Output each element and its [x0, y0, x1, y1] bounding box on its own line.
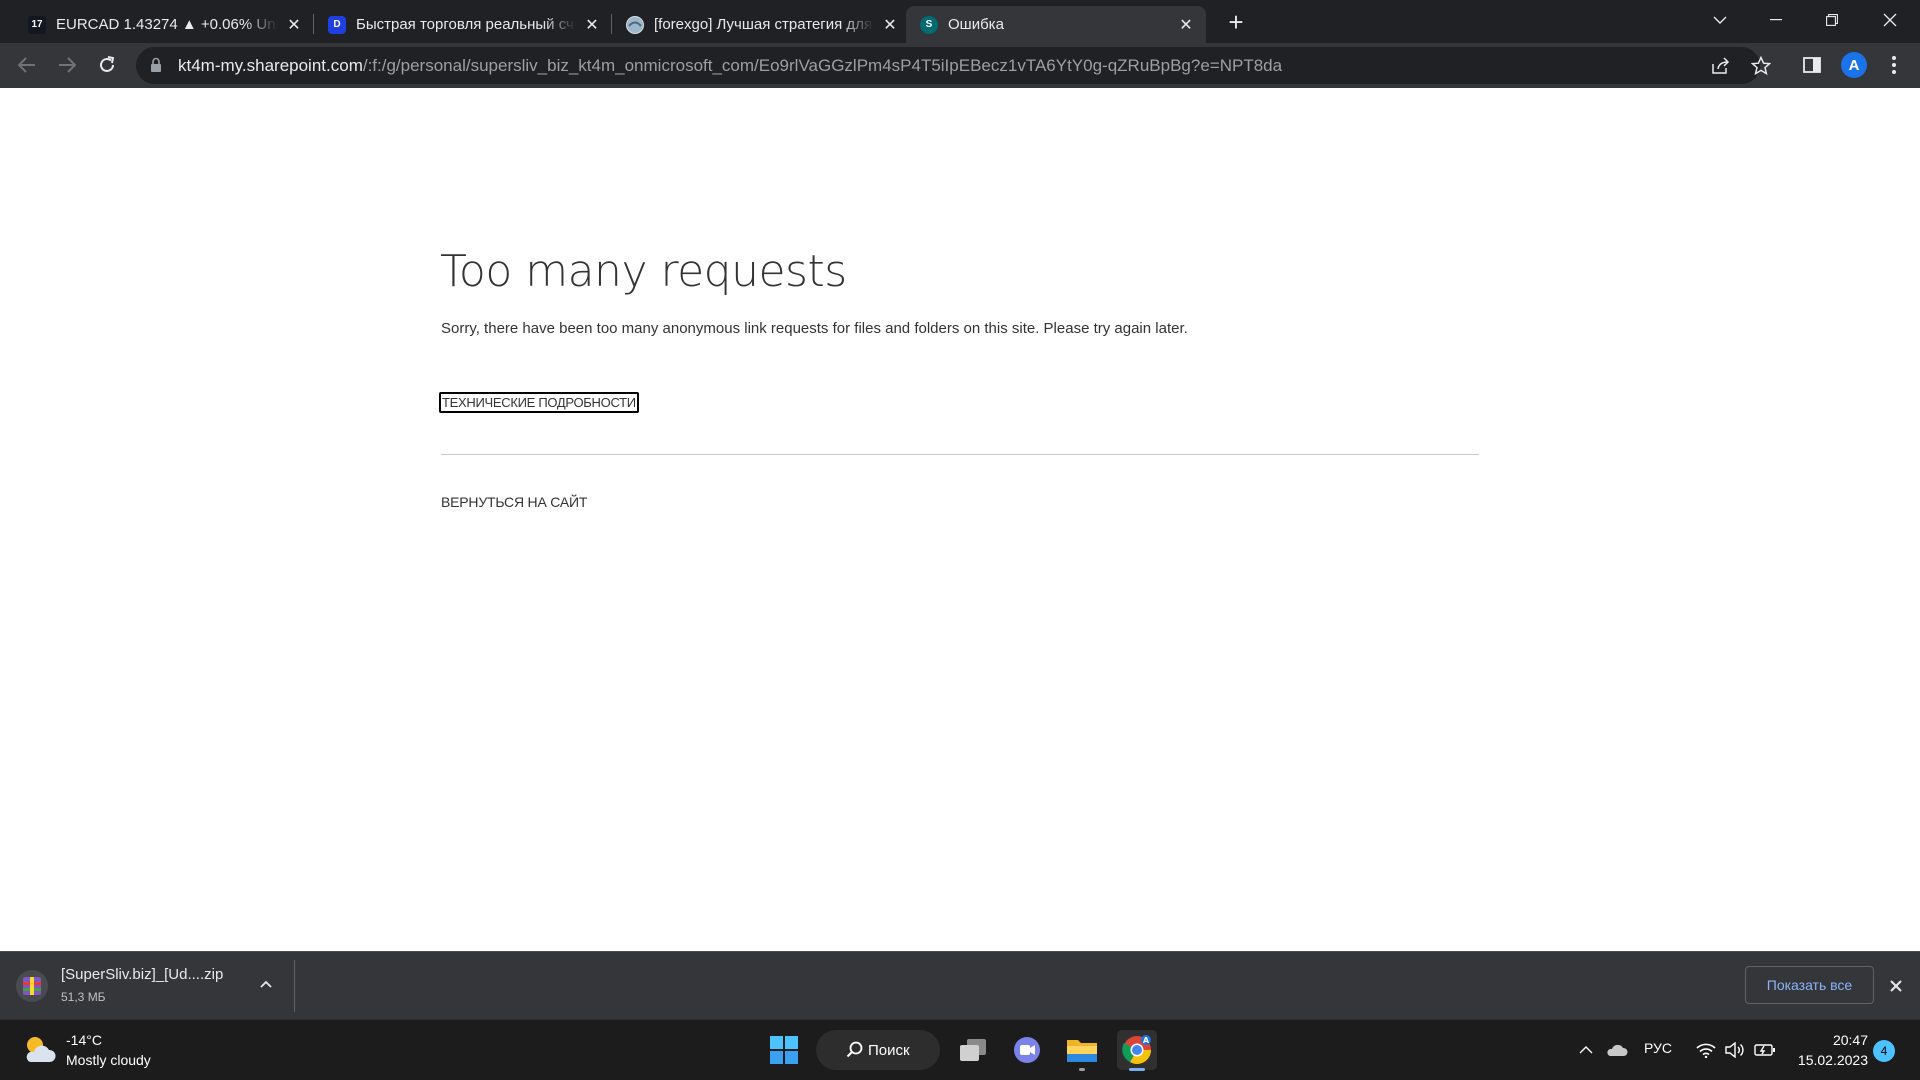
minimize-icon: [1770, 19, 1782, 21]
battery-button[interactable]: [1753, 1038, 1777, 1062]
chevron-down-icon: [1713, 16, 1727, 24]
chevron-up-icon: [260, 980, 272, 988]
share-button[interactable]: [1710, 55, 1732, 77]
bookmark-button[interactable]: [1750, 55, 1772, 77]
chat-icon: [1014, 1037, 1040, 1063]
arrow-left-icon: [18, 57, 35, 73]
chrome-taskbar-button[interactable]: A: [1117, 1030, 1157, 1071]
tab-title: EURCAD 1.43274 ▲ +0.06% Unnamed: [56, 16, 278, 33]
clock-time: 20:47: [1832, 1032, 1868, 1048]
page-title: Too many requests: [440, 246, 847, 297]
more-vert-icon: [1892, 56, 1896, 74]
notification-badge[interactable]: 4: [1873, 1040, 1895, 1062]
back-button[interactable]: [12, 50, 42, 80]
weather-cloudy-icon[interactable]: [22, 1034, 58, 1066]
show-all-downloads-button[interactable]: Показать все: [1745, 966, 1874, 1004]
network-button[interactable]: [1694, 1038, 1718, 1062]
tab-eurcad[interactable]: 17 EURCAD 1.43274 ▲ +0.06% Unnamed ✕: [14, 6, 314, 43]
chrome-icon: A: [1122, 1035, 1151, 1064]
tab-title: Быстрая торговля реальный счёт: [356, 16, 576, 33]
side-panel-icon: [1803, 57, 1821, 73]
task-view-icon: [960, 1039, 986, 1061]
broker-icon: D: [328, 15, 346, 34]
reload-icon: [100, 56, 115, 72]
tab-trading[interactable]: D Быстрая торговля реальный счёт ✕: [314, 6, 612, 43]
tab-title: Ошибка: [948, 16, 1004, 33]
teams-chat-button[interactable]: [1007, 1030, 1047, 1070]
close-icon: [1890, 980, 1902, 992]
sharepoint-icon: S: [920, 15, 938, 34]
share-icon: [1712, 57, 1730, 74]
tab-forexgo[interactable]: [forexgo] Лучшая стратегия для ✕: [612, 6, 910, 43]
zip-file-icon[interactable]: [14, 968, 50, 1004]
minimize-button[interactable]: [1748, 0, 1804, 40]
weather-condition[interactable]: Mostly cloudy: [66, 1052, 151, 1068]
system-clock[interactable]: 20:47 15.02.2023: [1784, 1030, 1868, 1070]
close-icon[interactable]: ✕: [582, 15, 602, 35]
running-indicator: [1079, 1068, 1085, 1071]
start-button[interactable]: [764, 1030, 804, 1070]
svg-text:A: A: [1143, 1036, 1150, 1045]
browser-toolbar: kt4m-my.sharepoint.com/:f:/g/personal/su…: [0, 43, 1920, 88]
tab-title: [forexgo] Лучшая стратегия для: [654, 16, 873, 33]
download-file-name[interactable]: [SuperSliv.biz]_[Ud....zip: [61, 966, 223, 983]
windows-logo-icon: [770, 1036, 798, 1064]
show-hidden-icons-button[interactable]: [1574, 1038, 1598, 1062]
cloud-icon: [1607, 1044, 1628, 1056]
taskbar: -14°C Mostly cloudy Поиск A РУС 20:47 15…: [0, 1019, 1920, 1080]
battery-charging-icon: [1754, 1044, 1775, 1056]
close-window-button[interactable]: [1862, 0, 1918, 40]
forexgo-icon: [626, 15, 644, 34]
active-indicator: [1129, 1068, 1145, 1071]
url-path: /:f:/g/personal/supersliv_biz_kt4m_onmic…: [362, 56, 1283, 75]
search-icon: [846, 1041, 863, 1058]
technical-details-button[interactable]: ТЕХНИЧЕСКИЕ ПОДРОБНОСТИ: [439, 392, 639, 413]
restore-button[interactable]: [1804, 0, 1860, 40]
divider: [441, 454, 1479, 455]
forward-button[interactable]: [52, 50, 82, 80]
download-file-size: 51,3 МБ: [61, 990, 106, 1004]
close-icon[interactable]: ✕: [284, 15, 304, 35]
clock-date: 15.02.2023: [1797, 1052, 1868, 1068]
search-label: Поиск: [868, 1041, 910, 1059]
tab-strip: 17 EURCAD 1.43274 ▲ +0.06% Unnamed ✕ D Б…: [0, 0, 1920, 43]
input-language[interactable]: РУС: [1644, 1040, 1672, 1056]
url-host: kt4m-my.sharepoint.com: [178, 56, 363, 75]
close-icon[interactable]: ✕: [1176, 15, 1196, 35]
chevron-up-icon: [1579, 1046, 1593, 1054]
download-shelf: [SuperSliv.biz]_[Ud....zip 51,3 МБ Показ…: [0, 951, 1920, 1019]
url-text[interactable]: kt4m-my.sharepoint.com/:f:/g/personal/su…: [178, 56, 1282, 76]
profile-avatar[interactable]: A: [1841, 52, 1867, 78]
return-to-site-link[interactable]: ВЕРНУТЬСЯ НА САЙТ: [441, 494, 587, 510]
tradingview-icon: 17: [28, 15, 46, 34]
divider: [294, 960, 295, 1012]
close-icon: [1883, 13, 1897, 27]
tab-error[interactable]: S Ошибка ✕: [906, 6, 1206, 43]
folder-icon: [1067, 1040, 1097, 1062]
volume-button[interactable]: [1723, 1038, 1747, 1062]
lock-icon[interactable]: [150, 57, 162, 73]
star-icon: [1751, 56, 1771, 76]
wifi-icon: [1696, 1043, 1716, 1058]
error-message: Sorry, there have been too many anonymou…: [441, 320, 1188, 337]
onedrive-button[interactable]: [1605, 1038, 1629, 1062]
close-icon[interactable]: ✕: [880, 15, 900, 35]
address-bar[interactable]: kt4m-my.sharepoint.com/:f:/g/personal/su…: [136, 47, 1771, 84]
restore-icon: [1826, 14, 1838, 26]
weather-temperature[interactable]: -14°C: [66, 1032, 102, 1048]
tab-search-button[interactable]: [1692, 0, 1748, 40]
taskbar-search[interactable]: Поиск: [816, 1030, 940, 1070]
chrome-menu-button[interactable]: [1884, 52, 1904, 78]
side-panel-button[interactable]: [1797, 50, 1827, 80]
task-view-button[interactable]: [953, 1030, 993, 1070]
arrow-right-icon: [59, 57, 76, 73]
close-download-shelf-button[interactable]: [1886, 976, 1906, 996]
file-explorer-button[interactable]: [1062, 1030, 1102, 1071]
page-content: Too many requests Sorry, there have been…: [0, 88, 1920, 951]
speaker-icon: [1725, 1042, 1744, 1058]
download-options-button[interactable]: [256, 974, 276, 994]
reload-button[interactable]: [92, 50, 122, 80]
new-tab-button[interactable]: +: [1222, 7, 1250, 37]
